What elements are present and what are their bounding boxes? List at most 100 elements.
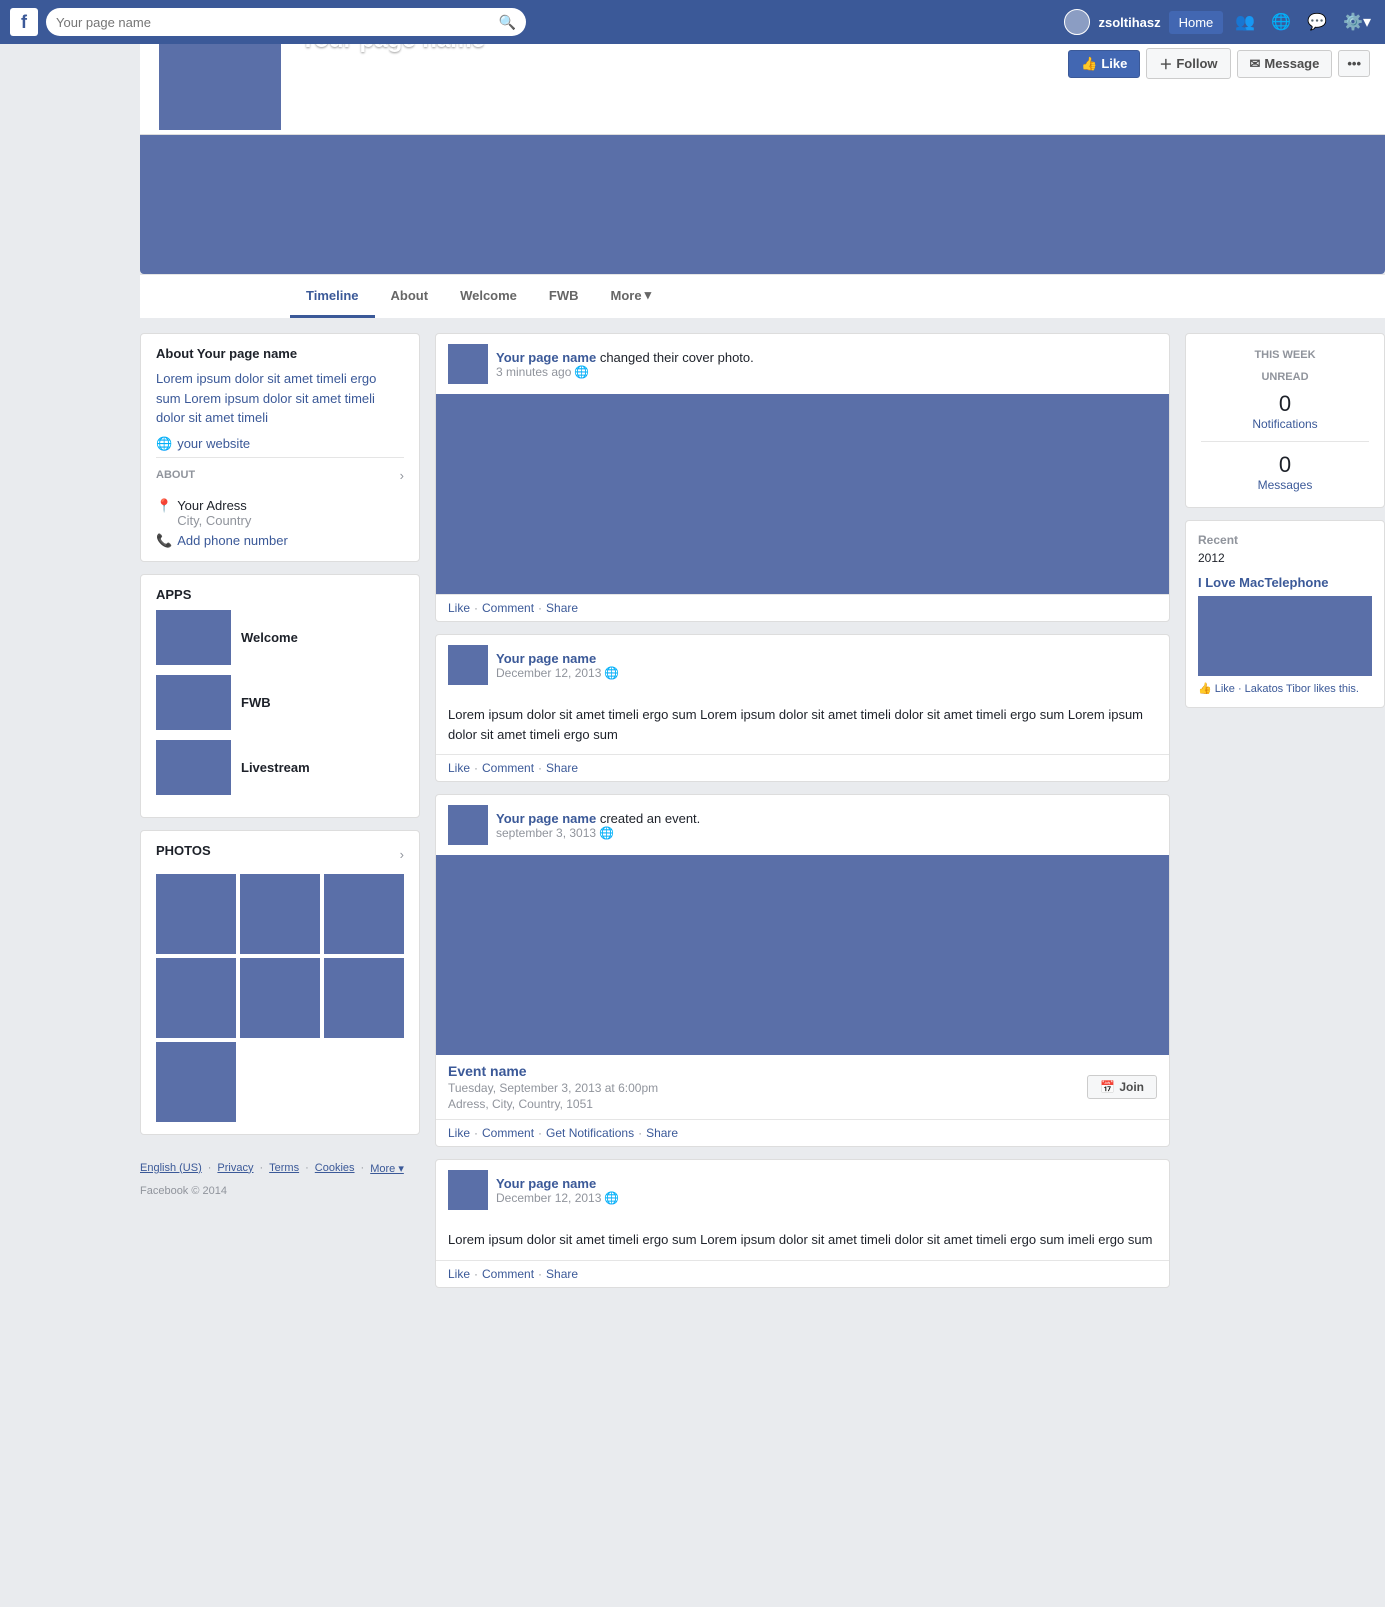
tab-timeline[interactable]: Timeline [290, 276, 375, 318]
message-icon: ✉ [1250, 56, 1261, 72]
app-fwb[interactable]: FWB [156, 675, 404, 730]
post-actions-3: Like · Comment · Get Notifications · Sha… [436, 1119, 1169, 1146]
photo-4[interactable] [156, 958, 236, 1038]
post-actions-4: Like · Comment · Share [436, 1260, 1169, 1287]
footer-terms[interactable]: Terms [269, 1162, 299, 1175]
post-like-4[interactable]: Like [448, 1267, 470, 1281]
search-bar[interactable]: 🔍 [46, 8, 526, 36]
website-link[interactable]: 🌐 your website [156, 436, 404, 452]
content-area: About Your page name Lorem ipsum dolor s… [140, 318, 1385, 1315]
photo-5[interactable] [240, 958, 320, 1038]
photos-card: PHOTOS › [140, 830, 420, 1135]
photo-3[interactable] [324, 874, 404, 954]
more-options-button[interactable]: ••• [1338, 50, 1370, 77]
event-row: Event name Tuesday, September 3, 2013 at… [448, 1063, 1157, 1111]
post-like-3[interactable]: Like [448, 1126, 470, 1140]
post-avatar-3 [448, 805, 488, 845]
search-input[interactable] [56, 15, 499, 30]
news-feed: Your page name changed their cover photo… [435, 333, 1170, 1300]
post-share-3[interactable]: Share [646, 1126, 678, 1140]
tab-welcome[interactable]: Welcome [444, 276, 533, 318]
post-author-3[interactable]: Your page name [496, 811, 596, 826]
app-name-welcome: Welcome [241, 630, 298, 645]
event-location: Adress, City, Country, 1051 [448, 1097, 658, 1111]
this-week-label: THIS WEEK [1201, 349, 1369, 361]
app-thumb-welcome [156, 610, 231, 665]
tab-about[interactable]: About [375, 276, 445, 318]
join-event-button[interactable]: 📅 Join [1087, 1075, 1157, 1099]
messages-label[interactable]: Messages [1201, 478, 1369, 492]
post-meta-4: Your page name December 12, 2013 🌐 [496, 1176, 1157, 1205]
post-avatar-4 [448, 1170, 488, 1210]
thumbs-up-icon: 👍 [1081, 56, 1097, 72]
tab-fwb[interactable]: FWB [533, 276, 595, 318]
app-livestream[interactable]: Livestream [156, 740, 404, 795]
post-header-1: Your page name changed their cover photo… [436, 334, 1169, 394]
photo-2[interactable] [240, 874, 320, 954]
post-actions-1: Like · Comment · Share [436, 594, 1169, 621]
globe-icon[interactable]: 🌐 [1267, 8, 1295, 36]
post-body-4: Lorem ipsum dolor sit amet timeli ergo s… [436, 1220, 1169, 1260]
i-love-section: I Love MacTelephone 👍 Like · Lakatos Tib… [1198, 575, 1372, 695]
footer-privacy[interactable]: Privacy [217, 1162, 253, 1175]
about-title: About Your page name [156, 346, 404, 361]
post-get-notifications-3[interactable]: Get Notifications [546, 1126, 634, 1140]
profile-actions: 👍 Like ＋ Follow ✉ Message ••• [1068, 48, 1370, 79]
post-author-1[interactable]: Your page name [496, 350, 596, 365]
i-love-title[interactable]: I Love MacTelephone [1198, 575, 1372, 590]
address-line1: Your Adress [177, 498, 251, 513]
post-share-1[interactable]: Share [546, 601, 578, 615]
post-like-2[interactable]: Like [448, 761, 470, 775]
like-button[interactable]: 👍 Like [1068, 50, 1140, 78]
about-text: Lorem ipsum dolor sit amet timeli ergo s… [156, 369, 404, 428]
search-icon: 🔍 [499, 14, 516, 31]
post-comment-2[interactable]: Comment [482, 761, 534, 775]
globe-post-icon-3: 🌐 [599, 826, 614, 840]
settings-icon[interactable]: ⚙️▾ [1339, 8, 1375, 36]
post-like-1[interactable]: Like [448, 601, 470, 615]
photo-6[interactable] [324, 958, 404, 1038]
post-body-2: Lorem ipsum dolor sit amet timeli ergo s… [436, 695, 1169, 754]
event-name[interactable]: Event name [448, 1063, 658, 1079]
post-action-1: changed their cover photo. [600, 350, 754, 365]
post-author-4[interactable]: Your page name [496, 1176, 596, 1191]
page-website[interactable]: Website [300, 54, 347, 69]
post-text-1: Your page name December 12, 2013 🌐 Lorem… [435, 634, 1170, 782]
post-text-2: Your page name December 12, 2013 🌐 Lorem… [435, 1159, 1170, 1288]
post-comment-4[interactable]: Comment [482, 1267, 534, 1281]
message-button[interactable]: ✉ Message [1237, 50, 1333, 78]
about-card: About Your page name Lorem ipsum dolor s… [140, 333, 420, 562]
center-content: Your page name Website 👍 Like ＋ Follow ✉… [140, 44, 1385, 1315]
post-comment-1[interactable]: Comment [482, 601, 534, 615]
notifications-label[interactable]: Notifications [1201, 417, 1369, 431]
post-share-2[interactable]: Share [546, 761, 578, 775]
footer-more[interactable]: More ▾ [370, 1162, 404, 1175]
post-image-1 [436, 394, 1169, 594]
chevron-down-icon: ▾ [645, 287, 652, 303]
post-share-4[interactable]: Share [546, 1267, 578, 1281]
post-comment-3[interactable]: Comment [482, 1126, 534, 1140]
footer-english[interactable]: English (US) [140, 1162, 202, 1175]
about-section-header: ABOUT › [156, 457, 404, 493]
friends-icon[interactable]: 👥 [1231, 8, 1259, 36]
post-time-1: 3 minutes ago 🌐 [496, 365, 1157, 379]
home-button[interactable]: Home [1169, 11, 1224, 34]
recent-year: 2012 [1198, 551, 1372, 565]
app-welcome[interactable]: Welcome [156, 610, 404, 665]
post-author-2[interactable]: Your page name [496, 651, 596, 666]
photos-header: PHOTOS › [156, 843, 404, 866]
messages-count: 0 [1201, 452, 1369, 478]
follow-button[interactable]: ＋ Follow [1146, 48, 1230, 79]
profile-tabs: Timeline About Welcome FWB More ▾ [140, 274, 1385, 318]
tab-more[interactable]: More ▾ [595, 275, 668, 318]
footer-cookies[interactable]: Cookies [315, 1162, 355, 1175]
chat-icon[interactable]: 💬 [1303, 8, 1331, 36]
left-sidebar: About Your page name Lorem ipsum dolor s… [140, 333, 420, 1300]
notifications-count: 0 [1201, 391, 1369, 417]
right-panel: THIS WEEK UNREAD 0 Notifications 0 Messa… [1185, 333, 1385, 1300]
post-meta-3: Your page name created an event. septemb… [496, 811, 1157, 840]
photo-7[interactable] [156, 1042, 236, 1122]
app-thumb-livestream [156, 740, 231, 795]
add-phone-link[interactable]: 📞 Add phone number [156, 533, 404, 549]
photo-1[interactable] [156, 874, 236, 954]
